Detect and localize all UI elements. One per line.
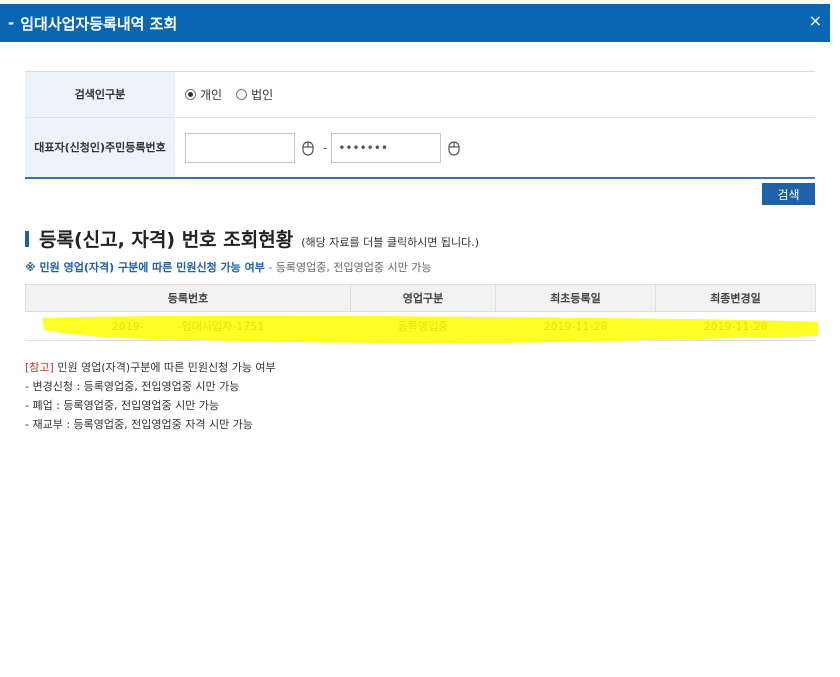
- notice-rest: - 등록영업중, 전입영업중 시만 가능: [264, 261, 432, 274]
- searcher-type-options: 개인 법인: [175, 72, 815, 117]
- close-icon[interactable]: ×: [809, 11, 822, 30]
- search-form: 검색인구분 개인 법인 대표자(신청인) 주민등록번호 -: [25, 71, 815, 179]
- note-line-change: - 변경신청 : 등록영업중, 전입영업중 시만 가능: [25, 380, 240, 393]
- col-header-last-date: 최종변경일: [655, 284, 816, 312]
- section-title-bar: [25, 230, 29, 247]
- radio-corporation[interactable]: 법인: [236, 86, 273, 103]
- ssn-second-input[interactable]: [331, 132, 442, 163]
- search-button[interactable]: 검색: [762, 183, 815, 205]
- note-ref-tag: [참고]: [25, 361, 54, 374]
- col-header-status: 영업구분: [350, 284, 496, 312]
- reference-notes: [참고] 민원 영업(자격)구분에 따른 민원신청 가능 여부 - 변경신청 :…: [25, 358, 276, 434]
- ssn-first-input[interactable]: [185, 132, 295, 163]
- radio-individual-dot[interactable]: [185, 89, 196, 100]
- title-dash: -: [8, 14, 15, 32]
- notice-strong: ※ 민원 영업(자격) 구분에 따른 민원신청 가능 여부: [25, 261, 265, 274]
- radio-individual-label: 개인: [200, 88, 223, 102]
- searcher-type-row: 검색인구분 개인 법인: [25, 72, 815, 118]
- mouse-icon[interactable]: [301, 140, 315, 156]
- table-row[interactable]: 2019- -임대사업자-1751 등록영업중 2019-11-28 2019-1…: [25, 311, 816, 341]
- section-subtitle: (해당 자료를 더블 클릭하시면 됩니다.): [301, 236, 480, 249]
- results-table: 등록번호 영업구분 최초등록일 최종변경일 2019- -임대사업자-1751 등…: [25, 284, 816, 341]
- note-line-reissue: - 재교부 : 등록영업중, 전입영업중 자격 시만 가능: [25, 418, 253, 431]
- window-titlebar: - 임대사업자등록내역 조회 ×: [0, 4, 830, 42]
- ssn-inputs: -: [175, 118, 815, 177]
- note-ref-text: 민원 영업(자격)구분에 따른 민원신청 가능 여부: [53, 361, 276, 374]
- radio-corporation-label: 법인: [251, 88, 274, 102]
- cell-first-date[interactable]: 2019-11-28: [495, 311, 656, 341]
- note-line-close: - 폐업 : 등록영업중, 전입영업중 시만 가능: [25, 399, 220, 412]
- col-header-first-date: 최초등록일: [495, 284, 656, 312]
- note-ref-line: [참고] 민원 영업(자격)구분에 따른 민원신청 가능 여부: [25, 358, 276, 377]
- radio-individual[interactable]: 개인: [185, 86, 222, 103]
- section-title-text: 등록(신고, 자격) 번호 조회현황: [39, 229, 294, 251]
- results-header-row: 등록번호 영업구분 최초등록일 최종변경일: [25, 284, 816, 312]
- ssn-label: 대표자(신청인) 주민등록번호: [25, 118, 175, 177]
- reg-no-suffix: -임대사업자-1751: [177, 320, 265, 333]
- cell-last-date[interactable]: 2019-11-28: [655, 311, 816, 341]
- radio-corporation-dot[interactable]: [236, 89, 248, 100]
- reg-no-prefix: 2019-: [111, 320, 144, 333]
- ssn-separator: -: [323, 140, 328, 155]
- window-title: 임대사업자등록내역 조회: [20, 14, 178, 33]
- ssn-row: 대표자(신청인) 주민등록번호 -: [25, 118, 815, 177]
- cell-status[interactable]: 등록영업중: [350, 311, 496, 341]
- searcher-type-label: 검색인구분: [25, 72, 175, 117]
- col-header-reg-no: 등록번호: [25, 284, 351, 312]
- cell-reg-no[interactable]: 2019- -임대사업자-1751: [25, 311, 351, 341]
- ssn-label-line2: 주민등록번호: [105, 140, 166, 154]
- notice-line: ※ 민원 영업(자격) 구분에 따른 민원신청 가능 여부 - 등록영업중, 전…: [25, 259, 431, 275]
- section-title: 등록(신고, 자격) 번호 조회현황 (해당 자료를 더블 클릭하시면 됩니다.…: [25, 225, 479, 252]
- mouse-icon[interactable]: [447, 140, 461, 156]
- ssn-label-line1: 대표자(신청인): [34, 140, 106, 154]
